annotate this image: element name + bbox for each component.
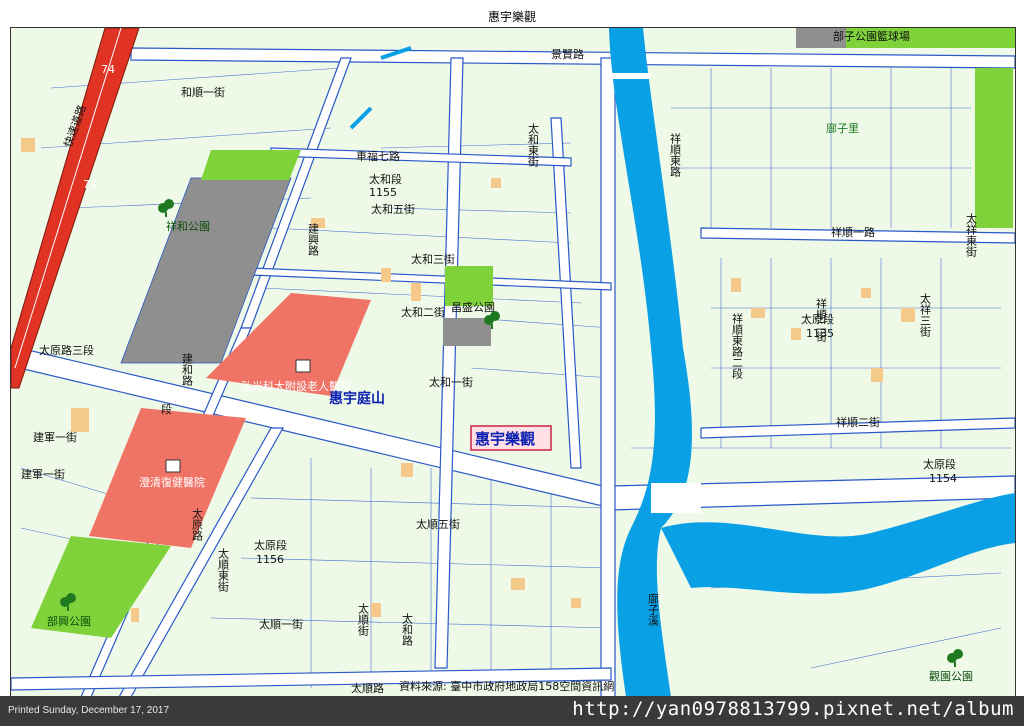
label-taihe-2: 太和二街 [401, 305, 445, 319]
label-taiyuan-district-1156: 太原段 [254, 538, 287, 552]
label-buzi-stream: 廍子溪 [647, 592, 660, 627]
label-taihe-3: 太和三街 [411, 252, 455, 266]
label-num-1155: 1155 [369, 186, 397, 199]
label-taishun-road: 太順路 [351, 682, 384, 695]
label-taiyuan-3: 太原路三段 [39, 343, 94, 357]
gray-lot-center [443, 318, 491, 346]
label-buxing-park: 部興公園 [47, 614, 91, 628]
label-highway-num: 74 [83, 178, 97, 191]
label-num-1154: 1154 [929, 472, 957, 485]
label-chengqi: 車福七路 [356, 149, 400, 163]
label-project-main[interactable]: 惠宇樂觀 [475, 430, 535, 448]
label-project-left[interactable]: 惠宇庭山 [329, 390, 385, 407]
label-source: 資料來源: 臺中市政府地政局158空間資訊網 [399, 679, 614, 693]
label-duan: 段 [161, 402, 172, 416]
printed-date: Printed Sunday, December 17, 2017 [8, 705, 170, 716]
label-jianxing-road: 建興路 [307, 222, 320, 257]
park-right-strip [975, 68, 1013, 228]
label-buzi-li: 廍子里 [826, 121, 859, 135]
label-xianghe-park: 祥和公園 [166, 219, 210, 233]
label-taixiang-3: 太祥三街 [919, 293, 932, 338]
label-jingxian-road: 景賢路 [551, 48, 584, 61]
label-hospital: 澄清復健醫院 [139, 475, 205, 489]
label-xiangshun-east-road: 祥順東路 [669, 132, 682, 178]
label-taihe-east: 太和東街 [527, 123, 540, 168]
map-canvas[interactable]: 74 74 快速道路 景賢路 和順一街 車福七路 太和東街 太和段 1155 太… [10, 27, 1016, 698]
label-taishun-1: 太順一街 [259, 617, 303, 631]
label-taihe-1: 太和一街 [429, 375, 473, 389]
park-changsheng [445, 266, 493, 306]
label-highway-num-2: 74 [101, 63, 115, 76]
label-jianjun-1: 建軍一街 [33, 430, 77, 444]
label-taishun-5: 太順五街 [416, 517, 460, 531]
label-heshun-1: 和順一街 [181, 85, 225, 99]
watermark-url: http://yan0978813799.pixnet.net/album [572, 698, 1014, 720]
label-num-1156: 1156 [256, 553, 284, 566]
label-taishun-east: 太順東街 [217, 548, 230, 593]
label-taihe-road: 太和路 [401, 613, 414, 647]
park-xianghe-top [201, 150, 301, 180]
label-taishun-street: 太順街 [357, 603, 370, 637]
page-title: 惠宇樂觀 [487, 10, 536, 24]
label-xiangshun-2: 祥順二街 [815, 297, 828, 343]
label-taiyuan-road: 太原路 [191, 508, 204, 542]
label-changsheng-park: 昌盛公園 [451, 300, 495, 314]
label-taiyuan-district-1154: 太原段 [923, 457, 956, 471]
label-xiangshun-east-2: 祥順東路二段 [731, 312, 744, 380]
label-jianjun-2: 建軍一街 [21, 467, 65, 481]
label-xiangshun-road: 祥順一路 [831, 225, 875, 239]
label-right-park: 觀園公園 [929, 670, 973, 683]
label-xiangshun-street: 祥順二街 [836, 415, 880, 429]
label-taixiang-east: 太祥東街 [965, 213, 978, 258]
map-svg: 74 74 快速道路 景賢路 和順一街 車福七路 太和東街 太和段 1155 太… [11, 28, 1015, 697]
label-taihe-5: 太和五街 [371, 202, 415, 216]
label-taihe-district-1155: 太和段 [369, 172, 402, 186]
label-jianhe-road: 建和路 [181, 352, 194, 387]
label-buzi-park-top: 部子公園籃球場 [833, 29, 910, 43]
